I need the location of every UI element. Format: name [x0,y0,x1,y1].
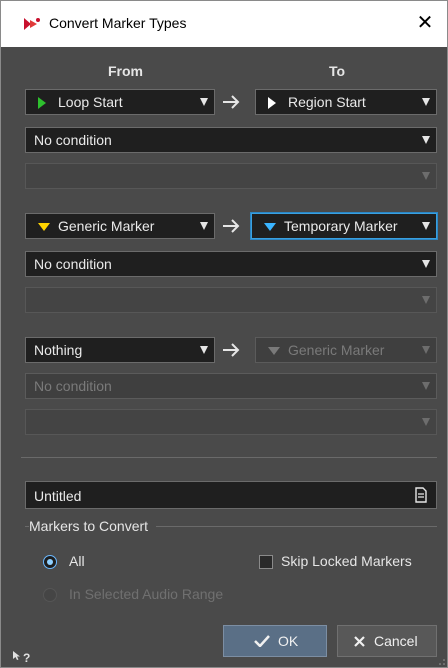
chevron-down-icon [422,382,430,390]
generic-marker-icon [38,223,50,231]
radio-all[interactable] [43,555,57,569]
loop-start-marker-icon [38,97,46,109]
help-pointer-icon [13,651,20,660]
close-icon: ✕ [416,12,434,34]
rule1-condition-value-dropdown[interactable] [25,163,437,189]
chevron-down-icon [422,222,430,230]
cancel-button[interactable]: Cancel [337,625,437,657]
chevron-down-icon [422,172,430,180]
rule3-from-dropdown[interactable]: Nothing [25,337,215,363]
rule1-to-dropdown[interactable]: Region Start [255,89,437,115]
to-column-header: To [329,63,346,79]
from-column-header: From [108,63,143,79]
wavelab-app-icon [24,18,40,30]
chevron-down-icon [200,98,208,106]
window-title: Convert Marker Types [49,15,187,31]
skip-locked-checkbox[interactable] [259,555,273,569]
chevron-down-icon [422,136,430,144]
cross-icon [354,636,365,647]
arrow-right-icon [223,95,240,109]
title-bar[interactable]: Convert Marker Types ✕ [1,1,447,47]
help-button[interactable]: ? [13,651,30,665]
radio-selected-range-label[interactable]: In Selected Audio Range [69,586,223,602]
rule3-to-dropdown[interactable]: Generic Marker [255,337,437,363]
arrow-right-icon [223,343,240,357]
document-icon[interactable] [414,487,428,503]
chevron-down-icon [422,296,430,304]
chevron-down-icon [200,346,208,354]
chevron-down-icon [200,222,208,230]
preset-name-input[interactable] [32,485,406,507]
chevron-down-icon [422,98,430,106]
rule1-condition-dropdown[interactable]: No condition [25,127,437,153]
section-divider [21,457,437,458]
rule2-from-dropdown[interactable]: Generic Marker [25,213,215,239]
rule1-from-dropdown[interactable]: Loop Start [25,89,215,115]
rule2-condition-dropdown[interactable]: No condition [25,251,437,277]
markers-to-convert-label: Markers to Convert [29,518,157,534]
chevron-down-icon [422,418,430,426]
dialog-content: From To Loop Start Region Start No condi… [1,47,447,667]
preset-name-field[interactable] [25,481,437,509]
convert-marker-types-dialog: Convert Marker Types ✕ From To Loop Star… [0,0,448,668]
rule2-to-dropdown[interactable]: Temporary Marker [251,213,437,239]
resize-grip-icon[interactable] [439,659,445,665]
chevron-down-icon [422,260,430,268]
checkmark-icon [254,635,270,647]
close-button[interactable]: ✕ [413,11,437,35]
rule3-condition-value-dropdown[interactable] [25,409,437,435]
radio-selected-range[interactable] [43,588,57,602]
skip-locked-label[interactable]: Skip Locked Markers [281,553,412,569]
rule2-condition-value-dropdown[interactable] [25,287,437,313]
ok-button[interactable]: OK [223,625,327,657]
region-start-marker-icon [268,97,276,109]
generic-marker-icon [268,347,280,355]
radio-all-label[interactable]: All [69,553,85,569]
temporary-marker-icon [264,223,276,231]
arrow-right-icon [223,219,240,233]
chevron-down-icon [422,346,430,354]
rule3-condition-dropdown[interactable]: No condition [25,373,437,399]
